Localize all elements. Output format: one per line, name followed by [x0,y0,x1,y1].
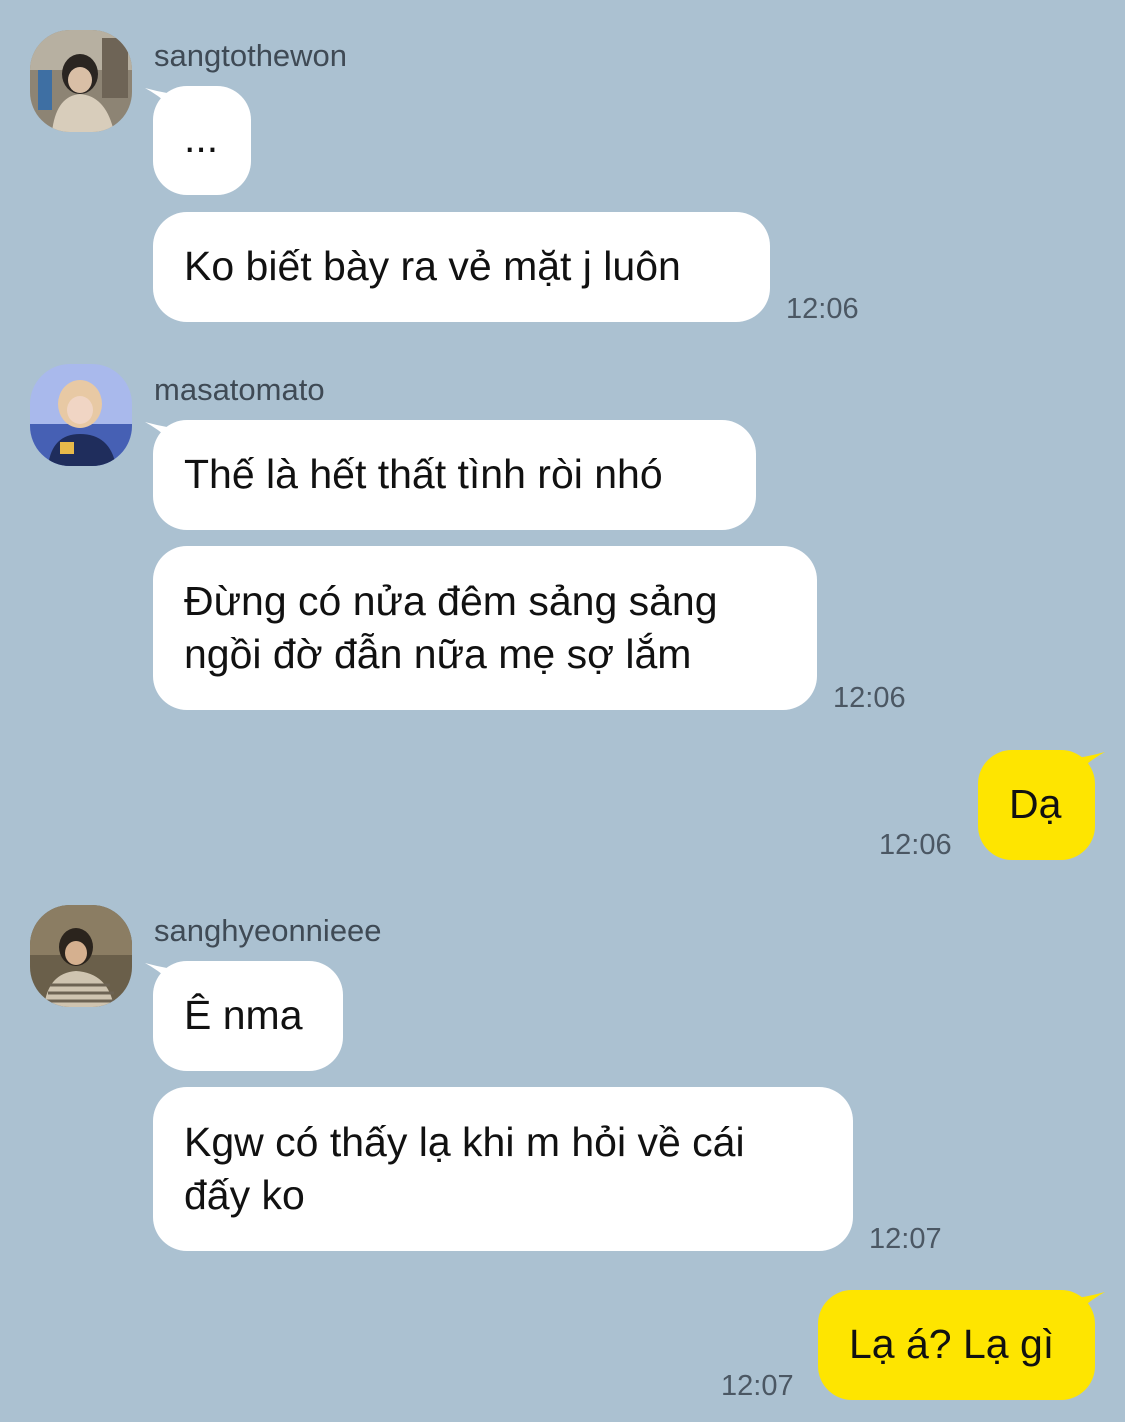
sender-name: sangtothewon [154,38,348,73]
message-text-line: đấy ko [184,1172,305,1218]
profile-photo-icon [30,364,132,466]
message-bubble[interactable]: Kgw có thấy lạ khi m hỏi về cái đấy ko [153,1087,853,1251]
message-bubble[interactable]: Ê nma [153,961,343,1071]
message-bubble[interactable]: ... [153,86,251,195]
avatar-sangtothewon[interactable] [30,30,132,132]
message-text: Ko biết bày ra vẻ mặt j luôn [184,243,681,289]
sender-name: sanghyeonnieee [154,913,382,948]
profile-photo-icon [30,30,132,132]
message-text: Thế là hết thất tình ròi nhó [184,451,663,497]
message-bubble[interactable]: Ko biết bày ra vẻ mặt j luôn [153,212,770,322]
message-text: Ê nma [184,992,303,1038]
message-bubble-outgoing[interactable]: Lạ á? Lạ gì [818,1290,1095,1400]
bubble-tail-icon [1061,1292,1105,1332]
message-time: 12:07 [721,1370,794,1402]
message-time: 12:06 [879,829,952,861]
message-text-line: Đừng có nửa đêm sảng sảng [184,578,718,624]
profile-photo-icon [30,905,132,1007]
message-text-line: ngồi đờ đẫn nữa mẹ sợ lắm [184,631,692,677]
message-text: ... [184,115,219,161]
message-text: Dạ [1009,781,1062,827]
message-bubble[interactable]: Đừng có nửa đêm sảng sảng ngồi đờ đẫn nữ… [153,546,817,710]
message-time: 12:06 [833,682,906,714]
avatar-sanghyeonnieee[interactable] [30,905,132,1007]
message-text-line: Kgw có thấy lạ khi m hỏi về cái [184,1119,745,1165]
avatar-masatomato[interactable] [30,364,132,466]
message-time: 12:07 [869,1223,942,1255]
message-text: Lạ á? Lạ gì [849,1321,1055,1367]
message-time: 12:06 [786,293,859,325]
message-bubble[interactable]: Thế là hết thất tình ròi nhó [153,420,756,530]
sender-name: masatomato [154,372,325,407]
bubble-tail-icon [1061,752,1105,792]
